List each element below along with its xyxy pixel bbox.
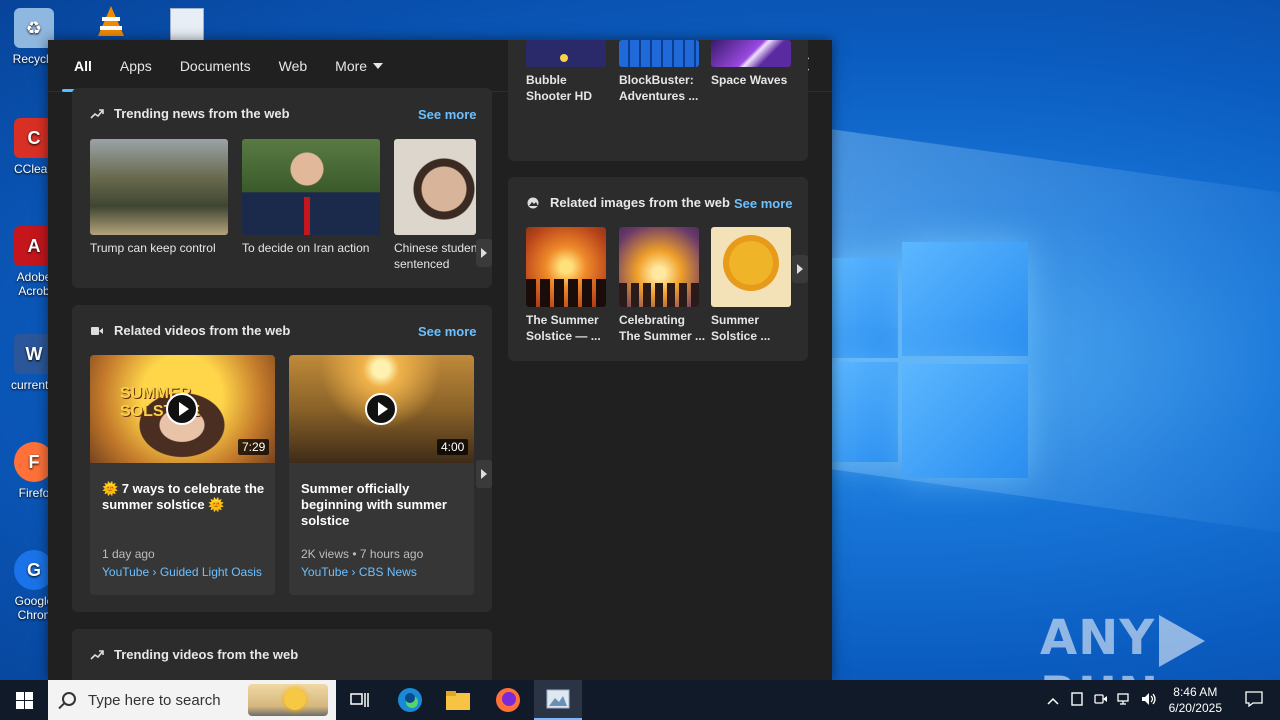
related-videos-see-more[interactable]: See more	[418, 324, 477, 339]
file-explorer-icon[interactable]	[434, 680, 482, 720]
taskbar-clock[interactable]: 8:46 AM 6/20/2025	[1169, 684, 1222, 716]
game-thumbnail[interactable]	[711, 40, 791, 67]
search-flyout: All Apps Documents Web More ··· Trending…	[48, 40, 832, 680]
play-logo-icon	[1159, 615, 1206, 667]
related-videos-title: Related videos from the web	[90, 323, 290, 338]
game-caption[interactable]: Bubble Shooter HD	[526, 72, 610, 104]
news-thumbnail[interactable]	[394, 139, 476, 235]
video-meta: 2K views • 7 hours ago	[301, 547, 424, 561]
game-caption[interactable]: BlockBuster: Adventures ...	[619, 72, 709, 104]
video-source-link[interactable]: YouTube › CBS News	[301, 565, 417, 579]
news-thumbnail[interactable]	[90, 139, 228, 235]
related-videos-card: Related videos from the web See more SUM…	[72, 305, 492, 612]
image-thumbnail[interactable]	[711, 227, 791, 307]
image-caption[interactable]: Summer Solstice ...	[711, 312, 795, 344]
tab-documents[interactable]: Documents	[180, 40, 251, 92]
task-view-icon[interactable]	[336, 680, 384, 720]
photos-app-icon[interactable]	[534, 680, 582, 720]
windows-logo-wallpaper	[832, 242, 1030, 482]
meet-now-icon[interactable]	[1089, 693, 1113, 708]
taskbar: Type here to search 8:46 AM 6/20/2025	[0, 680, 1280, 720]
tab-apps[interactable]: Apps	[120, 40, 152, 92]
vlc-icon[interactable]	[94, 4, 128, 38]
firefox-taskbar-icon[interactable]	[484, 680, 532, 720]
tab-more[interactable]: More	[335, 40, 384, 92]
related-images-title: Related images from the web	[526, 195, 730, 210]
card-title-text: Trending videos from the web	[114, 647, 299, 662]
clock-time: 8:46 AM	[1173, 685, 1218, 699]
network-icon[interactable]	[1113, 692, 1137, 709]
video-meta: 1 day ago	[102, 547, 155, 561]
video-card[interactable]: SUMMER SOLSTICE 7:29 🌞 7 ways to celebra…	[90, 355, 275, 595]
news-caption[interactable]: To decide on Iran action	[242, 240, 382, 256]
chevron-down-icon	[373, 62, 384, 69]
game-caption[interactable]: Space Waves	[711, 72, 795, 88]
system-tray: 8:46 AM 6/20/2025	[1041, 680, 1280, 720]
news-caption[interactable]: Chinese studen sentenced	[394, 240, 480, 274]
image-thumbnail[interactable]	[619, 227, 699, 307]
games-card: Bubble Shooter HD BlockBuster: Adventure…	[508, 40, 808, 161]
video-title[interactable]: Summer officially beginning with summer …	[301, 481, 465, 529]
sun-icon	[284, 688, 306, 710]
card-title-text: Related videos from the web	[114, 323, 291, 338]
notification-center-icon[interactable]	[1242, 690, 1266, 710]
next-arrow-icon[interactable]	[476, 239, 492, 267]
start-button[interactable]	[0, 680, 48, 720]
video-camera-icon	[91, 326, 103, 335]
trending-news-card: Trending news from the web See more Trum…	[72, 88, 492, 288]
game-thumbnail[interactable]	[526, 40, 606, 67]
taskbar-search-box[interactable]: Type here to search	[48, 680, 336, 720]
anyrun-watermark: ANYRUN	[1040, 610, 1280, 680]
news-caption[interactable]: Trump can keep control	[90, 240, 230, 256]
tab-all[interactable]: All	[62, 40, 104, 92]
news-thumbnail[interactable]	[242, 139, 380, 235]
trending-videos-card: Trending videos from the web	[72, 629, 492, 680]
chevron-up-icon[interactable]	[1041, 693, 1065, 708]
tab-more-label: More	[335, 57, 368, 74]
image-thumbnail[interactable]	[526, 227, 606, 307]
trending-icon	[90, 649, 104, 660]
tablet-icon[interactable]	[1065, 691, 1089, 709]
clock-date: 6/20/2025	[1168, 701, 1222, 715]
image-search-icon	[527, 197, 539, 208]
trending-news-title: Trending news from the web	[90, 106, 290, 121]
next-arrow-icon[interactable]	[792, 255, 808, 283]
image-caption[interactable]: The Summer Solstice — ...	[526, 312, 610, 344]
thumbnail-overlay-text: SUMMER SOLSTICE	[120, 385, 201, 420]
card-title-text: Related images from the web	[550, 195, 730, 210]
related-images-see-more[interactable]: See more	[734, 196, 793, 211]
next-arrow-icon[interactable]	[476, 460, 492, 488]
play-icon[interactable]	[365, 393, 397, 425]
card-title-text: Trending news from the web	[114, 106, 290, 121]
play-icon[interactable]	[166, 393, 198, 425]
trending-videos-title: Trending videos from the web	[90, 647, 298, 662]
video-duration: 7:29	[238, 439, 270, 455]
volume-icon[interactable]	[1137, 692, 1161, 709]
video-source-link[interactable]: YouTube › Guided Light Oasis	[102, 565, 262, 579]
related-images-card: Related images from the web See more The…	[508, 177, 808, 361]
tab-web[interactable]: Web	[279, 40, 308, 92]
game-thumbnail[interactable]	[619, 40, 699, 67]
edge-icon[interactable]	[386, 680, 434, 720]
video-title[interactable]: 🌞 7 ways to celebrate the summer solstic…	[102, 481, 266, 513]
video-duration: 4:00	[437, 439, 469, 455]
search-placeholder: Type here to search	[88, 691, 221, 709]
video-card[interactable]: 4:00 Summer officially beginning with su…	[289, 355, 474, 595]
trending-icon	[90, 108, 104, 119]
search-icon	[62, 692, 76, 706]
image-caption[interactable]: Celebrating The Summer ...	[619, 312, 709, 344]
image-file-icon[interactable]	[170, 8, 204, 42]
trending-news-see-more[interactable]: See more	[418, 107, 477, 122]
